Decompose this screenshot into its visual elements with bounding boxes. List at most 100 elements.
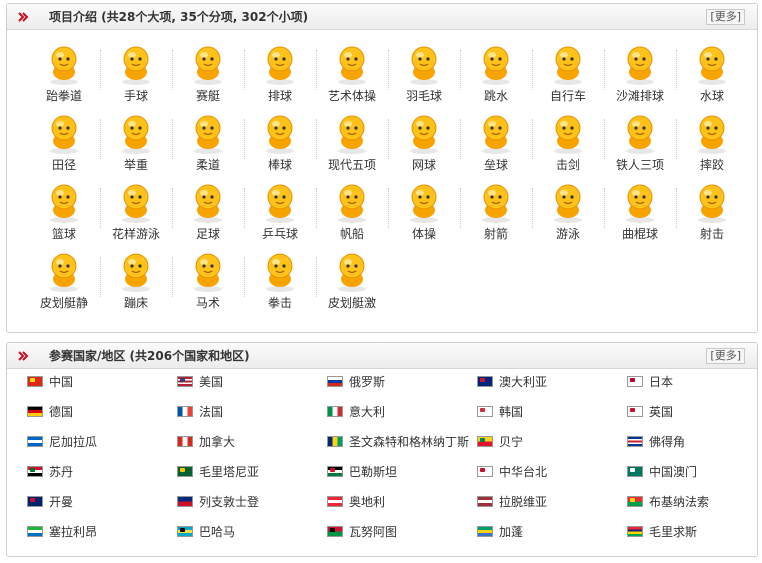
burkina-faso-flag-icon: [627, 496, 643, 507]
sport-item[interactable]: 马术: [172, 249, 244, 311]
sport-item[interactable]: 铁人三项: [604, 111, 676, 173]
double-chevron-right-icon: [18, 12, 29, 22]
sport-item[interactable]: 足球: [172, 180, 244, 242]
sports-more-link[interactable]: [更多]: [706, 9, 745, 25]
sport-item[interactable]: 赛艇: [172, 42, 244, 104]
sport-item[interactable]: 射击: [676, 180, 748, 242]
country-name: 瓦努阿图: [349, 525, 398, 539]
sport-item[interactable]: 网球: [388, 111, 460, 173]
sport-label: 皮划艇静: [39, 296, 88, 310]
country-item[interactable]: 中国澳门: [627, 463, 757, 483]
sport-item[interactable]: 皮划艇静: [28, 249, 100, 311]
country-item[interactable]: 苏丹: [27, 463, 172, 483]
sudan-flag-icon: [27, 466, 43, 477]
country-item[interactable]: 瓦努阿图: [327, 523, 472, 543]
country-name: 德国: [49, 405, 74, 419]
country-item[interactable]: 圣文森特和格林纳丁斯: [327, 433, 472, 453]
sport-item[interactable]: 羽毛球: [388, 42, 460, 104]
sport-item[interactable]: 击剑: [532, 111, 604, 173]
country-name: 毛里塔尼亚: [199, 465, 260, 479]
sport-label: 跳水: [483, 89, 508, 103]
modern-pentathlon-icon: [338, 115, 366, 154]
country-item[interactable]: 俄罗斯: [327, 373, 472, 393]
sport-item[interactable]: 射箭: [460, 180, 532, 242]
country-item[interactable]: 布基纳法索: [627, 493, 757, 513]
sport-item[interactable]: 现代五项: [316, 111, 388, 173]
country-item[interactable]: 佛得角: [627, 433, 757, 453]
country-item[interactable]: 美国: [177, 373, 322, 393]
country-item[interactable]: 韩国: [477, 403, 622, 423]
sport-item[interactable]: 水球: [676, 42, 748, 104]
sport-item[interactable]: 垒球: [460, 111, 532, 173]
country-name: 巴勒斯坦: [349, 465, 398, 479]
country-item[interactable]: 巴哈马: [177, 523, 322, 543]
country-item[interactable]: 加拿大: [177, 433, 322, 453]
countries-panel-title: 参赛国家/地区 (共206个国家和地区): [49, 349, 250, 363]
sport-item[interactable]: 自行车: [532, 42, 604, 104]
sport-item[interactable]: 沙滩排球: [604, 42, 676, 104]
country-name: 加蓬: [499, 525, 524, 539]
sport-item[interactable]: 摔跤: [676, 111, 748, 173]
sport-item[interactable]: 艺术体操: [316, 42, 388, 104]
canoe-slalom-icon: [338, 253, 366, 292]
sport-item[interactable]: 跆拳道: [28, 42, 100, 104]
country-item[interactable]: 尼加拉瓜: [27, 433, 172, 453]
liechtenstein-flag-icon: [177, 496, 193, 507]
gymnastics-icon: [410, 184, 438, 223]
sport-label: 射箭: [483, 227, 508, 241]
sport-item[interactable]: 皮划艇激: [316, 249, 388, 311]
country-item[interactable]: 毛里求斯: [627, 523, 757, 543]
country-item[interactable]: 澳大利亚: [477, 373, 622, 393]
country-item[interactable]: 中国: [27, 373, 172, 393]
gabon-flag-icon: [477, 526, 493, 537]
country-name: 拉脱维亚: [499, 495, 548, 509]
sport-item[interactable]: 乒乓球: [244, 180, 316, 242]
country-item[interactable]: 奥地利: [327, 493, 472, 513]
country-name: 中国澳门: [649, 465, 698, 479]
sport-item[interactable]: 跳水: [460, 42, 532, 104]
sport-item[interactable]: 排球: [244, 42, 316, 104]
sport-label: 乒乓球: [261, 227, 298, 241]
sport-label: 赛艇: [195, 89, 220, 103]
countries-more-link[interactable]: [更多]: [706, 348, 745, 364]
country-item[interactable]: 日本: [627, 373, 757, 393]
sport-item[interactable]: 手球: [100, 42, 172, 104]
country-item[interactable]: 开曼: [27, 493, 172, 513]
vanuatu-flag-icon: [327, 526, 343, 537]
country-item[interactable]: 毛里塔尼亚: [177, 463, 322, 483]
sport-label: 柔道: [195, 158, 220, 172]
country-item[interactable]: 塞拉利昂: [27, 523, 172, 543]
country-item[interactable]: 列支敦士登: [177, 493, 322, 513]
sport-item[interactable]: 帆船: [316, 180, 388, 242]
sport-label: 棒球: [267, 158, 292, 172]
sport-item[interactable]: 田径: [28, 111, 100, 173]
sport-item[interactable]: 花样游泳: [100, 180, 172, 242]
sport-item[interactable]: 曲棍球: [604, 180, 676, 242]
country-item[interactable]: 贝宁: [477, 433, 622, 453]
canada-flag-icon: [177, 436, 193, 447]
country-name: 韩国: [499, 405, 524, 419]
sport-label: 摔跤: [699, 158, 724, 172]
wrestling-icon: [698, 115, 726, 154]
country-item[interactable]: 英国: [627, 403, 757, 423]
sport-item[interactable]: 棒球: [244, 111, 316, 173]
country-item[interactable]: 意大利: [327, 403, 472, 423]
nicaragua-flag-icon: [27, 436, 43, 447]
sports-panel-header: 项目介绍 (共28个大项, 35个分项, 302个小项) [更多]: [7, 4, 757, 30]
sport-item[interactable]: 举重: [100, 111, 172, 173]
country-item[interactable]: 加蓬: [477, 523, 622, 543]
cycling-icon: [554, 46, 582, 85]
country-item[interactable]: 中华台北: [477, 463, 622, 483]
sport-item[interactable]: 篮球: [28, 180, 100, 242]
sport-label: 艺术体操: [327, 89, 376, 103]
country-item[interactable]: 巴勒斯坦: [327, 463, 472, 483]
country-item[interactable]: 德国: [27, 403, 172, 423]
country-item[interactable]: 法国: [177, 403, 322, 423]
sport-item[interactable]: 游泳: [532, 180, 604, 242]
sport-item[interactable]: 蹦床: [100, 249, 172, 311]
sport-item[interactable]: 体操: [388, 180, 460, 242]
country-item[interactable]: 拉脱维亚: [477, 493, 622, 513]
taekwondo-icon: [50, 46, 78, 85]
sport-item[interactable]: 拳击: [244, 249, 316, 311]
sport-item[interactable]: 柔道: [172, 111, 244, 173]
